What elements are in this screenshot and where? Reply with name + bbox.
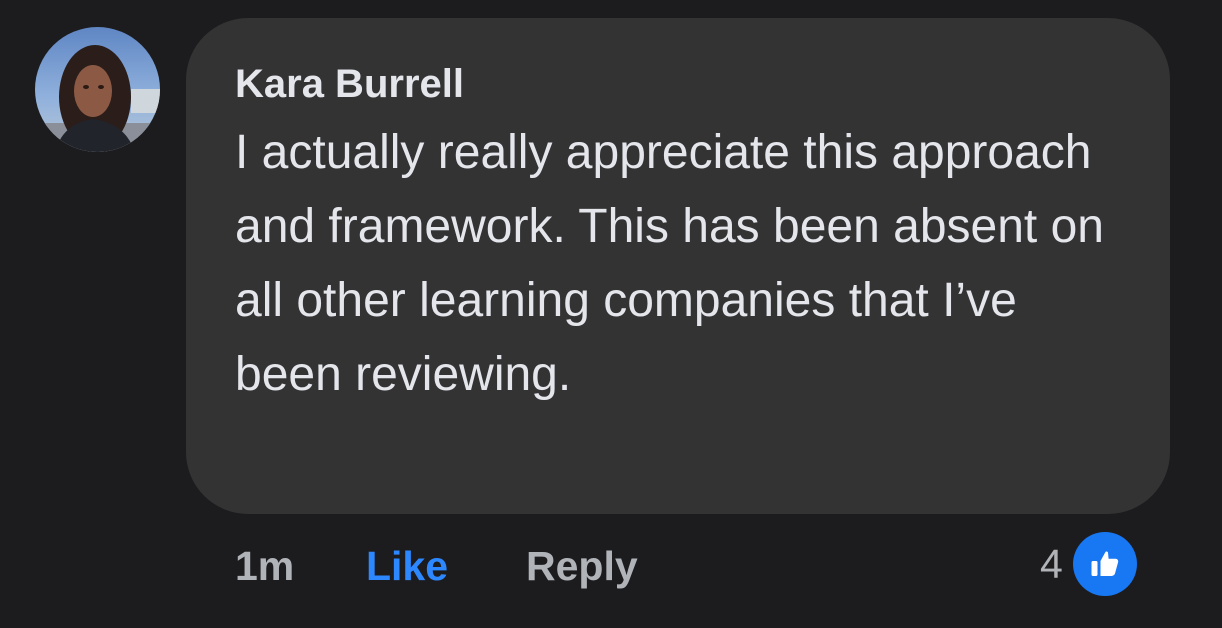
like-button[interactable]: Like xyxy=(366,538,448,594)
thumbs-up-icon xyxy=(1072,532,1137,596)
reply-button[interactable]: Reply xyxy=(526,538,638,594)
like-reaction-badge xyxy=(1068,528,1141,600)
comment-author[interactable]: Kara Burrell xyxy=(235,56,464,112)
reaction-count: 4 xyxy=(1040,540,1063,587)
avatar[interactable] xyxy=(35,27,160,152)
reaction-summary[interactable]: 4 xyxy=(1040,528,1141,600)
comment-text: I actually really appreciate this approa… xyxy=(235,126,1104,401)
comment-timestamp[interactable]: 1m xyxy=(235,538,294,594)
